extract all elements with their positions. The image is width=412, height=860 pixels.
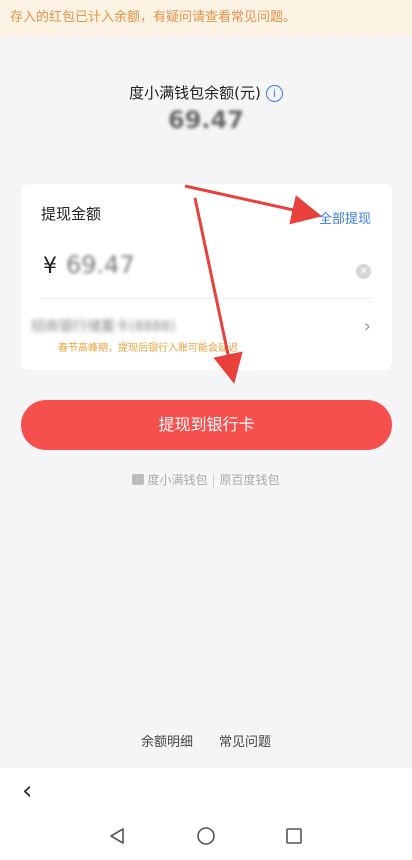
- bank-card-name: 招商银行储蓄卡(8888): [31, 319, 176, 335]
- balance-title-text: 度小满钱包余额(元): [129, 84, 261, 102]
- balance-detail-link[interactable]: 余额明细: [141, 735, 193, 750]
- withdraw-amount-label: 提现金额: [41, 205, 102, 223]
- balance-amount: 69.47: [168, 106, 244, 134]
- amount-input[interactable]: [66, 249, 246, 281]
- brand-name: 度小满钱包: [147, 473, 208, 487]
- balance-title: 度小满钱包余额(元) i: [0, 82, 412, 103]
- currency-symbol: ¥: [43, 254, 57, 279]
- faq-link[interactable]: 常见问题: [219, 735, 271, 750]
- system-nav-bar: [0, 816, 412, 860]
- withdraw-card: 提现金额 全部提现 ¥ ✕ 招商银行储蓄卡(8888) › 春节高峰期，提现后银…: [21, 184, 392, 370]
- brand-separator: |: [211, 473, 216, 487]
- footer-links: 余额明细 常见问题: [0, 731, 412, 750]
- chevron-right-icon: ›: [363, 316, 371, 337]
- wallet-logo-icon: [132, 474, 145, 485]
- info-icon[interactable]: i: [265, 85, 283, 102]
- bottom-toolbar: ‹: [0, 768, 412, 816]
- withdraw-to-bank-button[interactable]: 提现到银行卡: [21, 400, 392, 450]
- brand-footer: 度小满钱包 | 原百度钱包: [0, 471, 412, 488]
- clear-icon[interactable]: ✕: [356, 264, 371, 279]
- withdraw-all-link[interactable]: 全部提现: [319, 208, 371, 227]
- home-circle-icon[interactable]: [196, 826, 216, 846]
- back-arrow-icon[interactable]: ‹: [22, 776, 32, 806]
- bank-card-selector[interactable]: 招商银行储蓄卡(8888) › 春节高峰期，提现后银行入账可能会延迟: [21, 306, 392, 362]
- brand-formerly: 原百度钱包: [219, 473, 280, 487]
- back-triangle-icon[interactable]: [107, 826, 127, 846]
- notice-banner: 存入的红包已计入余额，有疑问请查看常见问题。: [0, 0, 412, 36]
- delay-hint: 春节高峰期，提现后银行入账可能会延迟: [58, 343, 238, 354]
- divider: [41, 298, 372, 299]
- recents-square-icon[interactable]: [284, 826, 304, 846]
